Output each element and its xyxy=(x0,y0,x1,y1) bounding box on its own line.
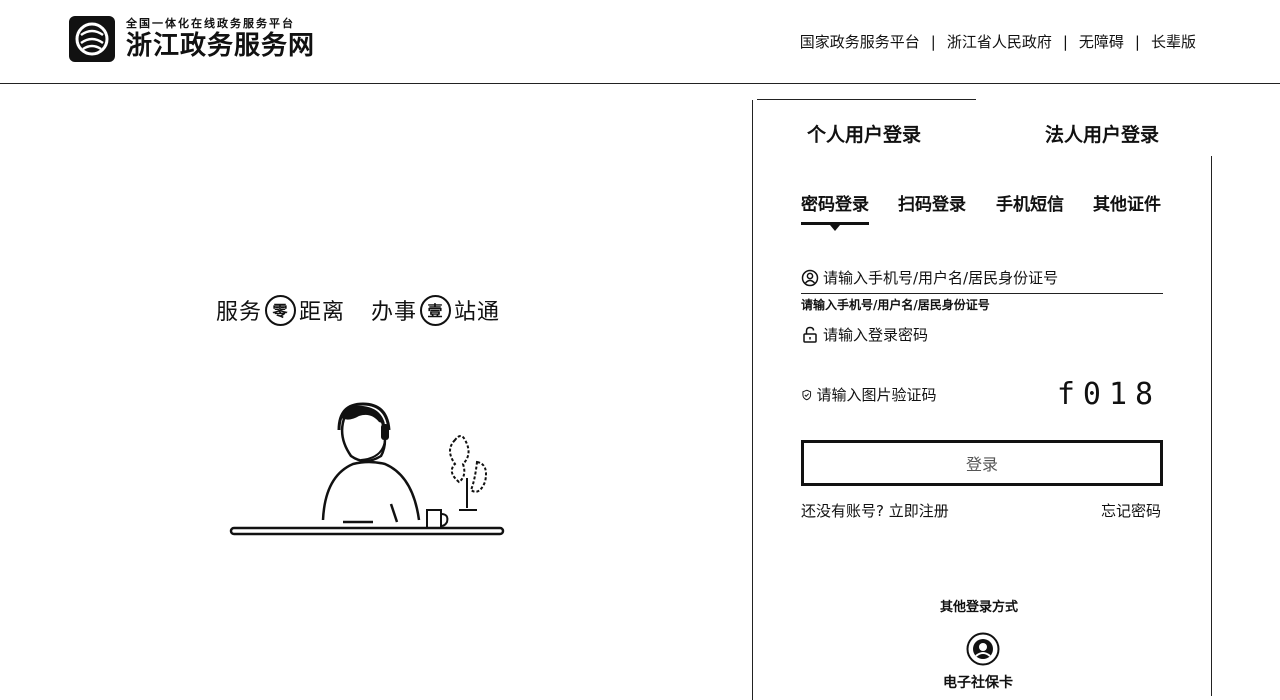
slogan-part: 站通 xyxy=(454,300,501,325)
tab-personal-login[interactable]: 个人用户登录 xyxy=(807,120,921,147)
nav-separator: | xyxy=(1062,32,1068,51)
nav-zhejiang-government[interactable]: 浙江省人民政府 xyxy=(947,31,1052,52)
captcha-input[interactable] xyxy=(816,386,1021,404)
slogan-circle-char: 壹 xyxy=(420,294,452,326)
social-security-card-label[interactable]: 电子社保卡 xyxy=(943,672,1013,692)
captcha-field xyxy=(801,384,1021,406)
register-prompt: 还没有账号? 立即注册 xyxy=(801,500,949,521)
forgot-password-link[interactable]: 忘记密码 xyxy=(1101,500,1161,521)
service-illustration xyxy=(229,402,505,536)
tab-password-login[interactable]: 密码登录 xyxy=(801,190,869,231)
social-security-card-icon[interactable] xyxy=(966,632,1000,666)
slogan-circle-char: 零 xyxy=(265,294,297,326)
username-field xyxy=(801,262,1163,294)
slogan-part: 距离 xyxy=(299,300,346,325)
other-login-methods-label: 其他登录方式 xyxy=(940,600,1019,615)
register-link[interactable]: 立即注册 xyxy=(889,502,949,520)
site-header: 全国一体化在线政务服务平台 浙江政务服务网 国家政务服务平台 | 浙江省人民政府… xyxy=(0,0,1280,84)
register-prompt-text: 还没有账号? xyxy=(801,502,884,520)
nav-separator: | xyxy=(930,32,936,51)
nav-accessibility[interactable]: 无障碍 xyxy=(1079,31,1124,52)
login-button[interactable]: 登录 xyxy=(801,440,1163,486)
user-icon xyxy=(801,269,819,286)
nav-separator: | xyxy=(1134,32,1140,51)
site-logo[interactable]: 全国一体化在线政务服务平台 浙江政务服务网 xyxy=(68,15,315,63)
captcha-image[interactable]: f018 xyxy=(1055,374,1163,414)
slogan-part: 服务 xyxy=(216,300,263,325)
top-nav: 国家政务服务平台 | 浙江省人民政府 | 无障碍 | 长辈版 xyxy=(800,31,1196,52)
tab-qr-login[interactable]: 扫码登录 xyxy=(898,190,966,215)
password-field xyxy=(801,324,1163,346)
zhejiang-logo-icon xyxy=(69,16,115,62)
logo-subtitle: 全国一体化在线政务服务平台 xyxy=(126,16,295,30)
shield-icon xyxy=(802,389,812,401)
slogan: 服务 零 距离 办事 壹 站通 xyxy=(216,294,500,326)
nav-elder-version[interactable]: 长辈版 xyxy=(1151,31,1196,52)
username-input[interactable] xyxy=(823,268,1143,287)
tab-other-id-login[interactable]: 其他证件 xyxy=(1093,190,1161,215)
password-input[interactable] xyxy=(823,326,1143,344)
nav-national-platform[interactable]: 国家政务服务平台 xyxy=(800,31,920,52)
tab-legal-login[interactable]: 法人用户登录 xyxy=(1045,120,1159,147)
tab-sms-login[interactable]: 手机短信 xyxy=(996,190,1064,215)
logo-title: 浙江政务服务网 xyxy=(126,30,316,61)
lock-icon xyxy=(803,326,817,343)
username-hint: 请输入手机号/用户名/居民身份证号 xyxy=(801,298,990,312)
slogan-part: 办事 xyxy=(371,300,418,325)
